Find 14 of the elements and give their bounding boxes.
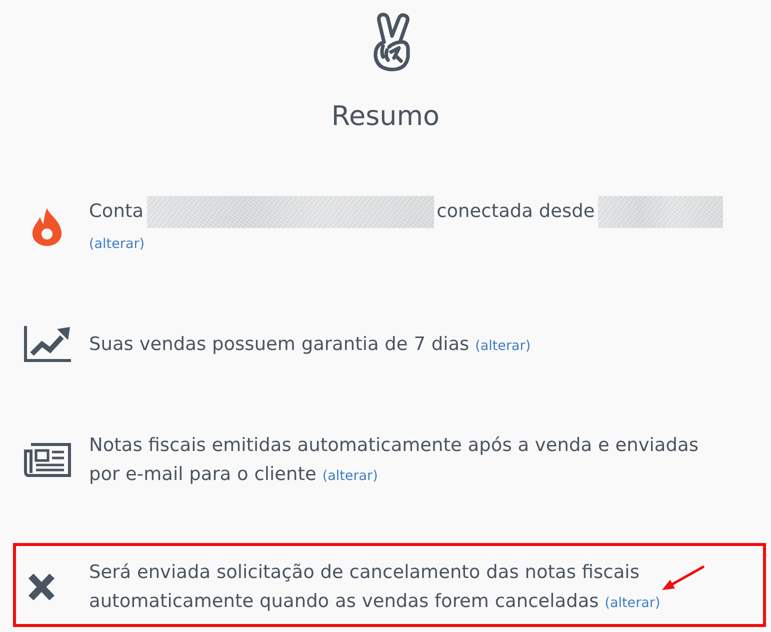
change-link[interactable]: (alterar) — [89, 236, 145, 252]
page-title: Resumo — [331, 100, 440, 134]
summary-text: Será enviada solicitação de cancelamento das notas fiscais automaticamente quando as vendas forem canceladas (alterar) — [89, 558, 730, 616]
change-link[interactable]: (alterar) — [322, 468, 378, 484]
summary-text: Suas vendas possuem garantia de 7 dias (alterar) — [89, 332, 531, 356]
newspaper-icon — [24, 443, 70, 477]
change-link[interactable]: (alterar) — [604, 595, 660, 611]
cross-icon — [28, 573, 54, 601]
flame-icon — [32, 208, 62, 246]
change-link[interactable]: (alterar) — [475, 338, 531, 354]
annotation-arrow — [660, 565, 706, 592]
summary-text: Notas fiscais emitidas automaticamente após a venda e enviadas por e-mail para o cliente (alterar) — [89, 434, 700, 487]
trending-chart-icon — [24, 326, 70, 362]
summary-text: Conta conectada desde (alterar) — [89, 196, 730, 257]
